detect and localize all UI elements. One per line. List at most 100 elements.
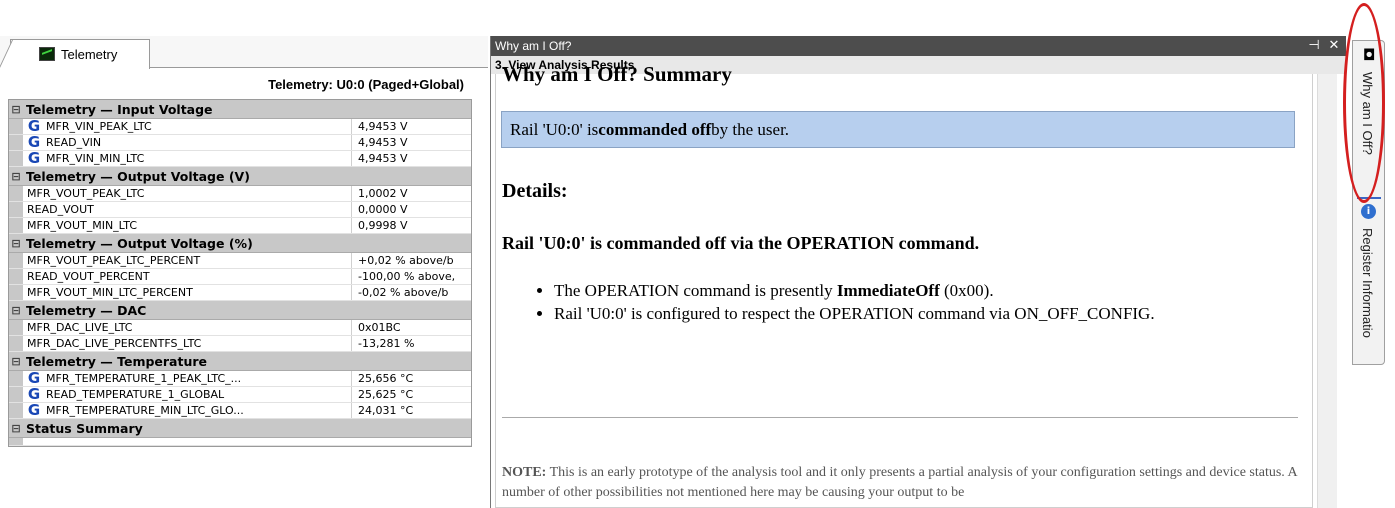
property-name: G MFR_TEMPERATURE_1_PEAK_LTC_...	[23, 371, 352, 386]
property-row[interactable]: MFR_VOUT_PEAK_LTC 1,0002 V	[9, 186, 471, 202]
telemetry-panel: Telemetry Telemetry: U0:0 (Paged+Global)…	[0, 36, 488, 508]
property-row[interactable]: MFR_VOUT_PEAK_LTC_PERCENT +0,02 % above/b	[9, 253, 471, 269]
panel-title-bar: Why am I Off? ⊣ ✕	[491, 36, 1347, 56]
property-value: 1,0002 V	[358, 187, 408, 200]
category-row[interactable]: ⊟ Telemetry — Output Voltage (%)	[9, 234, 471, 253]
bullet-text: Rail 'U0:0' is configured to respect the…	[554, 304, 1155, 323]
details-heading: Details:	[502, 180, 568, 202]
property-name-text: MFR_TEMPERATURE_1_PEAK_LTC_...	[46, 372, 242, 385]
panel-title: Why am I Off?	[495, 39, 572, 53]
property-name-text: READ_TEMPERATURE_1_GLOBAL	[46, 388, 225, 401]
property-row[interactable]: G MFR_VIN_MIN_LTC 4,9453 V	[9, 151, 471, 167]
summary-suffix: by the user.	[711, 119, 790, 139]
row-gutter	[9, 438, 23, 445]
pin-icon[interactable]: ⊣	[1307, 37, 1321, 53]
property-row[interactable]: MFR_DAC_LIVE_PERCENTFS_LTC -13,281 %	[9, 336, 471, 352]
property-row[interactable]: G READ_VIN 4,9453 V	[9, 135, 471, 151]
row-gutter	[9, 202, 23, 217]
global-icon: G	[27, 151, 41, 166]
note-label: NOTE:	[502, 465, 547, 480]
highlight-annotation	[1343, 3, 1385, 203]
property-value: 24,031 °C	[358, 404, 414, 417]
property-name: MFR_DAC_LIVE_LTC	[23, 320, 352, 335]
tab-telemetry[interactable]: Telemetry	[10, 39, 150, 69]
property-value: 4,9453 V	[358, 136, 408, 149]
property-value: -0,02 % above/b	[358, 286, 449, 299]
property-row[interactable]: G MFR_TEMPERATURE_MIN_LTC_GLO... 24,031 °C	[9, 403, 471, 419]
property-value: 0,0000 V	[358, 203, 408, 216]
info-icon[interactable]: i	[1361, 204, 1376, 219]
property-row[interactable]: MFR_VOUT_MIN_LTC 0,9998 V	[9, 218, 471, 234]
row-gutter	[9, 186, 23, 201]
category-row[interactable]: ⊟ Status Summary	[9, 419, 471, 438]
property-value: 25,656 °C	[358, 372, 414, 385]
property-row[interactable]	[9, 438, 471, 446]
property-value: -13,281 %	[358, 337, 415, 350]
property-value: 0,9998 V	[358, 219, 408, 232]
category-row[interactable]: ⊟ Telemetry — DAC	[9, 301, 471, 320]
category-label: Status Summary	[26, 420, 143, 436]
property-row[interactable]: MFR_DAC_LIVE_LTC 0x01BC	[9, 320, 471, 336]
property-name-text: MFR_VIN_MIN_LTC	[46, 152, 145, 165]
property-row[interactable]: READ_VOUT 0,0000 V	[9, 202, 471, 218]
property-name: G READ_TEMPERATURE_1_GLOBAL	[23, 387, 352, 402]
details-list: The OPERATION command is presently Immed…	[554, 281, 1155, 327]
dock-tab-register-information[interactable]: Register Informatio	[1360, 228, 1375, 338]
property-name-text: MFR_VOUT_PEAK_LTC	[27, 187, 145, 200]
summary-title: Why am I Off? Summary	[502, 62, 732, 86]
global-icon: G	[27, 135, 41, 150]
bullet-bold: ImmediateOff	[836, 281, 940, 300]
collapse-icon[interactable]: ⊟	[9, 167, 23, 186]
command-heading: Rail 'U0:0' is commanded off via the OPE…	[502, 233, 980, 253]
property-name: MFR_VOUT_PEAK_LTC_PERCENT	[23, 253, 352, 268]
property-name: READ_VOUT_PERCENT	[23, 269, 352, 284]
global-icon: G	[27, 371, 41, 386]
row-gutter	[9, 119, 23, 134]
property-name: MFR_DAC_LIVE_PERCENTFS_LTC	[23, 336, 352, 351]
list-item: The OPERATION command is presently Immed…	[554, 281, 1155, 301]
vertical-scrollbar[interactable]	[1317, 74, 1337, 508]
property-row[interactable]: G MFR_VIN_PEAK_LTC 4,9453 V	[9, 119, 471, 135]
property-name: G MFR_VIN_PEAK_LTC	[23, 119, 352, 134]
property-name-text: MFR_DAC_LIVE_LTC	[27, 321, 133, 334]
category-label: Telemetry — Input Voltage	[26, 101, 213, 117]
property-name: READ_VOUT	[23, 202, 352, 217]
row-gutter	[9, 135, 23, 150]
category-label: Telemetry — Temperature	[26, 353, 208, 369]
property-row[interactable]: READ_VOUT_PERCENT -100,00 % above,	[9, 269, 471, 285]
why-am-i-off-panel: Why am I Off? ⊣ ✕ 3. View Analysis Resul…	[490, 36, 1347, 508]
property-name: MFR_VOUT_MIN_LTC_PERCENT	[23, 285, 352, 300]
collapse-icon[interactable]: ⊟	[9, 100, 23, 119]
property-name: MFR_VOUT_MIN_LTC	[23, 218, 352, 233]
property-name: MFR_VOUT_PEAK_LTC	[23, 186, 352, 201]
collapse-icon[interactable]: ⊟	[9, 419, 23, 438]
category-row[interactable]: ⊟ Telemetry — Input Voltage	[9, 100, 471, 119]
collapse-icon[interactable]: ⊟	[9, 234, 23, 253]
property-name-text: MFR_VIN_PEAK_LTC	[46, 120, 152, 133]
property-value: 0x01BC	[358, 321, 401, 334]
note-divider	[502, 417, 1298, 418]
property-row[interactable]: G READ_TEMPERATURE_1_GLOBAL 25,625 °C	[9, 387, 471, 403]
category-row[interactable]: ⊟ Telemetry — Output Voltage (V)	[9, 167, 471, 186]
category-row[interactable]: ⊟ Telemetry — Temperature	[9, 352, 471, 371]
row-gutter	[9, 336, 23, 351]
property-row[interactable]: MFR_VOUT_MIN_LTC_PERCENT -0,02 % above/b	[9, 285, 471, 301]
row-gutter	[9, 387, 23, 402]
tab-strip: Telemetry	[0, 36, 488, 69]
collapse-icon[interactable]: ⊟	[9, 301, 23, 320]
property-name-text: MFR_TEMPERATURE_MIN_LTC_GLO...	[46, 404, 244, 417]
property-row[interactable]: G MFR_TEMPERATURE_1_PEAK_LTC_... 25,656 °C	[9, 371, 471, 387]
category-label: Telemetry — DAC	[26, 302, 147, 318]
property-name-text: READ_VOUT_PERCENT	[27, 270, 150, 283]
property-name-text: MFR_VOUT_MIN_LTC	[27, 219, 138, 232]
global-icon: G	[27, 403, 41, 418]
row-gutter	[9, 403, 23, 418]
row-gutter	[9, 320, 23, 335]
property-name: G READ_VIN	[23, 135, 352, 150]
property-value: 25,625 °C	[358, 388, 414, 401]
row-gutter	[9, 218, 23, 233]
collapse-icon[interactable]: ⊟	[9, 352, 23, 371]
category-label: Telemetry — Output Voltage (V)	[26, 168, 250, 184]
telemetry-icon	[39, 47, 55, 61]
close-icon[interactable]: ✕	[1327, 37, 1341, 53]
